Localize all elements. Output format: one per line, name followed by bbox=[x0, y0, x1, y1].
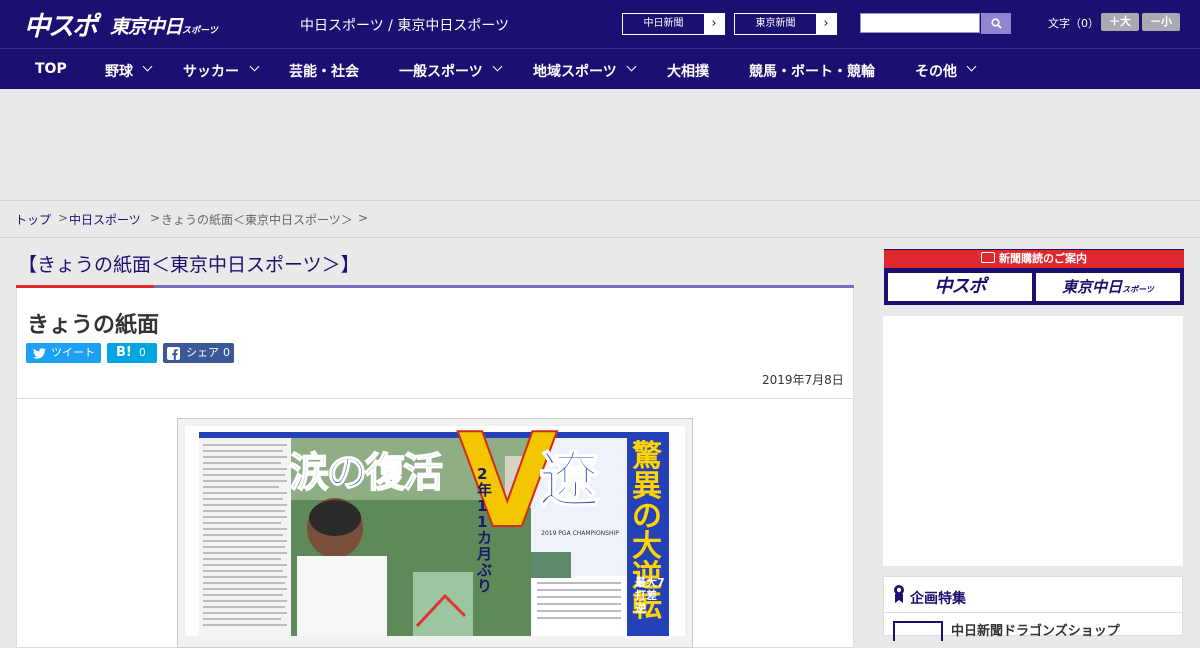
facebook-share-button[interactable]: シェア 0 bbox=[163, 343, 234, 363]
nav-item-sumo[interactable]: 大相撲 bbox=[667, 61, 709, 81]
paper-link-label: 中日新聞 bbox=[623, 14, 704, 34]
subscription-heading-text: 新聞購読のご案内 bbox=[999, 252, 1087, 265]
subscription-tokyo-text: 東京中日 bbox=[1062, 278, 1123, 296]
feature-divider bbox=[884, 612, 1182, 613]
ribbon-icon bbox=[894, 585, 904, 603]
search-button[interactable] bbox=[981, 13, 1011, 34]
headline-subtitle: 2年11カ月ぶり bbox=[477, 465, 493, 595]
font-increase-button[interactable]: ＋大 bbox=[1101, 13, 1139, 31]
breadcrumb-separator: > bbox=[150, 211, 161, 225]
hatena-bookmark-button[interactable]: B! 0 bbox=[107, 343, 157, 363]
search-icon bbox=[990, 18, 1002, 29]
search-input[interactable] bbox=[860, 13, 980, 33]
nav-item-regional-sports[interactable]: 地域スポーツ bbox=[533, 61, 617, 81]
nav-item-other[interactable]: その他 bbox=[915, 61, 957, 81]
tweet-button[interactable]: ツイート bbox=[26, 343, 101, 363]
tokyo-chunichi-logo[interactable]: 東京中日スポーツ bbox=[110, 12, 218, 39]
newspaper-front-page: 涙の復活 V 遼 2年11カ月ぶり 驚異の大逆転 2019 PGA CHAMPI… bbox=[185, 426, 685, 636]
nav-item-baseball[interactable]: 野球 bbox=[105, 61, 133, 81]
tokyo-logo-text: 東京中日 bbox=[110, 16, 183, 38]
hatena-count: 0 bbox=[138, 346, 146, 359]
nav-item-racing[interactable]: 競馬・ボート・競輪 bbox=[749, 61, 875, 81]
hatena-icon: B! bbox=[116, 345, 132, 360]
chunichi-shimbun-link[interactable]: 中日新聞 › bbox=[622, 13, 725, 35]
subscription-chuspo-link[interactable]: 中スポ bbox=[888, 273, 1032, 301]
nav-item-top[interactable]: TOP bbox=[35, 61, 67, 77]
article-title: きょうの紙面 bbox=[27, 313, 160, 338]
subscription-tokyo-link[interactable]: 東京中日スポーツ bbox=[1036, 273, 1180, 301]
headline-side-small: 最大7打差逆 bbox=[635, 576, 665, 615]
sidebar-ad-slot bbox=[883, 316, 1183, 566]
tweet-label: ツイート bbox=[51, 346, 95, 359]
font-decrease-button[interactable]: －小 bbox=[1142, 13, 1180, 31]
nav-item-entertainment[interactable]: 芸能・社会 bbox=[289, 61, 359, 81]
newspaper-icon bbox=[981, 252, 995, 263]
font-size-label: 文字（0） bbox=[1048, 17, 1099, 30]
chuspo-logo[interactable]: 中スポ bbox=[24, 6, 98, 43]
subscription-heading: 新聞購読のご案内 bbox=[884, 250, 1184, 268]
breadcrumb-link-chunichi-sports[interactable]: 中日スポーツ bbox=[69, 211, 141, 228]
facebook-icon bbox=[167, 346, 180, 360]
headline-name: 遼 bbox=[538, 445, 600, 517]
breadcrumb-link-top[interactable]: トップ bbox=[15, 211, 51, 228]
twitter-icon bbox=[33, 347, 46, 359]
tokyo-shimbun-link[interactable]: 東京新聞 › bbox=[734, 13, 837, 35]
breadcrumb-separator: > bbox=[358, 211, 369, 225]
subscription-tokyo-sub: スポーツ bbox=[1122, 285, 1154, 294]
site-title[interactable]: 中日スポーツ / 東京中日スポーツ bbox=[300, 15, 509, 35]
ad-banner-area bbox=[0, 89, 1200, 200]
feature-title: 企画特集 bbox=[910, 591, 966, 607]
breadcrumb-current: きょうの紙面＜東京中日スポーツ＞ bbox=[161, 213, 353, 227]
breadcrumb-separator: > bbox=[58, 211, 69, 225]
nav-item-soccer[interactable]: サッカー bbox=[183, 61, 239, 81]
chevron-right-icon: › bbox=[816, 14, 836, 34]
paper-link-label: 東京新聞 bbox=[735, 14, 816, 34]
facebook-share-label: シェア bbox=[186, 346, 219, 359]
article-date: 2019年7月8日 bbox=[762, 373, 844, 387]
headline-main: 涙の復活 bbox=[288, 449, 444, 497]
chevron-right-icon: › bbox=[704, 14, 724, 34]
article-divider bbox=[16, 398, 854, 399]
tournament-label: 2019 PGA CHAMPIONSHIP bbox=[541, 530, 619, 537]
tokyo-logo-sub: スポーツ bbox=[182, 26, 218, 36]
section-title: 【きょうの紙面＜東京中日スポーツ＞】 bbox=[18, 254, 360, 276]
facebook-share-count: 0 bbox=[223, 346, 230, 359]
nav-item-general-sports[interactable]: 一般スポーツ bbox=[399, 61, 483, 81]
feature-thumbnail[interactable] bbox=[893, 621, 943, 641]
